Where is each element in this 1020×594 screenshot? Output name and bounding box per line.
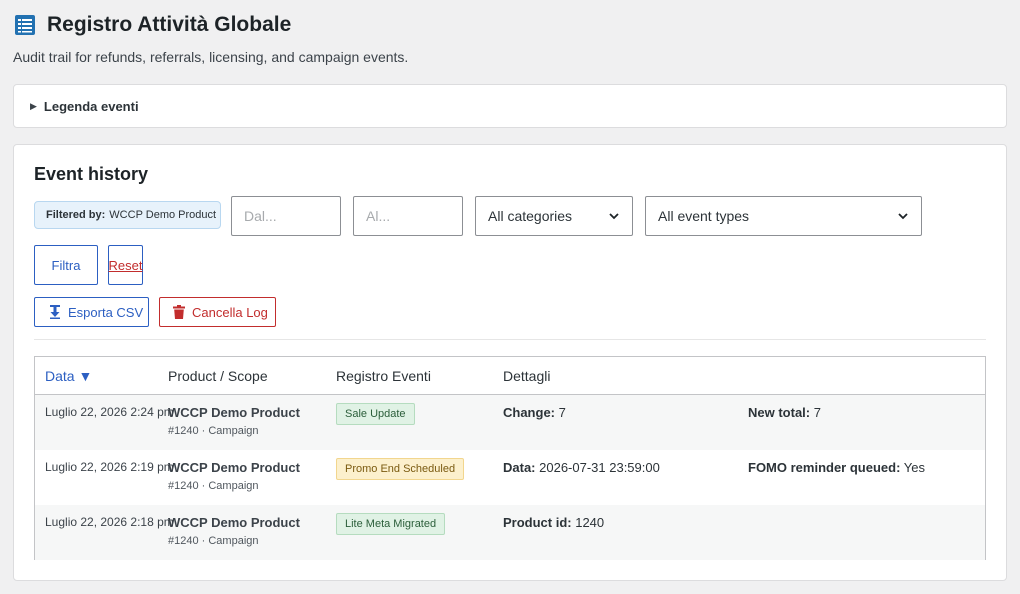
product-name: WCCP Demo Product — [168, 460, 300, 475]
event-table: Data ▼ Product / Scope Registro Eventi D… — [34, 356, 986, 560]
clear-log-label: Cancella Log — [192, 304, 268, 320]
product-meta: #1240 · Campaign — [168, 535, 259, 547]
category-select-value: All categories — [488, 208, 573, 224]
product-name: WCCP Demo Product — [168, 405, 300, 420]
chevron-down-icon — [609, 213, 619, 220]
date-to-input[interactable] — [353, 196, 463, 236]
product-meta: #1240 · Campaign — [168, 480, 259, 492]
page-title: Registro Attività Globale — [47, 13, 292, 36]
column-details: Dettagli — [503, 368, 551, 384]
detail-value: 2026-07-31 23:59:00 — [535, 460, 660, 475]
download-icon — [50, 305, 60, 319]
row-date: Luglio 22, 2026 2:24 pm — [45, 405, 174, 419]
event-badge: Lite Meta Migrated — [336, 513, 446, 535]
detail-1: Change: 7 — [503, 405, 566, 420]
row-product: WCCP Demo Product #1240 · Campaign — [168, 460, 300, 492]
table-row: Luglio 22, 2026 2:19 pm WCCP Demo Produc… — [35, 450, 985, 505]
filter-badge-prefix: Filtered by: — [46, 209, 106, 221]
table-row: Luglio 22, 2026 2:18 pm WCCP Demo Produc… — [35, 505, 985, 560]
event-history-title: Event history — [34, 164, 149, 184]
legend-toggle[interactable]: ▶ Legenda eventi — [13, 84, 1007, 128]
trash-icon — [173, 305, 185, 319]
detail-value: Yes — [900, 460, 925, 475]
row-date: Luglio 22, 2026 2:19 pm — [45, 460, 174, 474]
triangle-right-icon: ▶ — [30, 100, 37, 111]
export-csv-button[interactable]: Esporta CSV — [34, 297, 149, 327]
detail-1: Data: 2026-07-31 23:59:00 — [503, 460, 660, 475]
divider — [34, 339, 986, 340]
detail-label: FOMO reminder queued: — [748, 460, 901, 475]
event-badge: Sale Update — [336, 403, 415, 425]
detail-value: 7 — [555, 405, 566, 420]
page-header: Registro Attività Globale — [14, 10, 291, 40]
chevron-down-icon — [898, 213, 908, 220]
export-csv-label: Esporta CSV — [68, 304, 144, 320]
event-history-card: Event history Filtered by: WCCP Demo Pro… — [13, 144, 1007, 581]
row-date: Luglio 22, 2026 2:18 pm — [45, 515, 174, 529]
detail-2: FOMO reminder queued: Yes — [748, 460, 925, 475]
detail-label: Change: — [503, 405, 555, 420]
detail-label: Data: — [503, 460, 536, 475]
filter-badge-value: WCCP Demo Product — [109, 209, 217, 221]
clear-log-button[interactable]: Cancella Log — [159, 297, 276, 327]
reset-button[interactable]: Reset — [108, 245, 143, 285]
filter-badge: Filtered by: WCCP Demo Product — [34, 201, 221, 229]
product-name: WCCP Demo Product — [168, 515, 300, 530]
detail-value: 7 — [810, 405, 821, 420]
date-from-input[interactable] — [231, 196, 341, 236]
category-select[interactable]: All categories — [475, 196, 633, 236]
table-header: Data ▼ Product / Scope Registro Eventi D… — [35, 357, 985, 395]
list-icon — [15, 15, 35, 35]
event-type-select-value: All event types — [658, 208, 750, 224]
detail-label: New total: — [748, 405, 811, 420]
page-subtitle: Audit trail for refunds, referrals, lice… — [13, 49, 409, 65]
row-product: WCCP Demo Product #1240 · Campaign — [168, 405, 300, 437]
detail-1: Product id: 1240 — [503, 515, 604, 530]
event-badge: Promo End Scheduled — [336, 458, 465, 480]
table-row: Luglio 22, 2026 2:24 pm WCCP Demo Produc… — [35, 395, 985, 450]
product-meta: #1240 · Campaign — [168, 425, 259, 437]
event-type-select[interactable]: All event types — [645, 196, 922, 236]
detail-label: Product id: — [503, 515, 572, 530]
legend-label: Legenda eventi — [43, 98, 139, 114]
row-product: WCCP Demo Product #1240 · Campaign — [168, 515, 300, 547]
detail-value: 1240 — [571, 515, 605, 530]
column-date-sort[interactable]: Data ▼ — [45, 368, 92, 384]
filter-button[interactable]: Filtra — [34, 245, 98, 285]
detail-2: New total: 7 — [748, 405, 821, 420]
column-event: Registro Eventi — [336, 368, 431, 384]
column-product: Product / Scope — [168, 368, 268, 384]
